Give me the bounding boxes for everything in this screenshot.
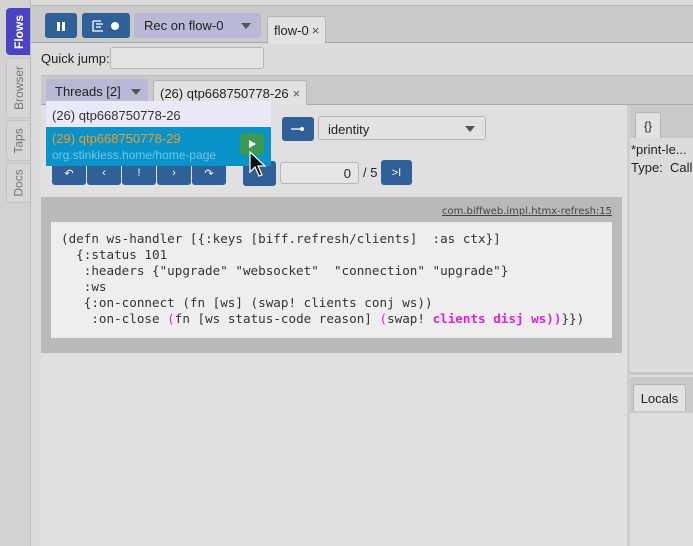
play-icon [249,140,256,148]
close-icon[interactable]: × [293,86,301,101]
thread-option-26[interactable]: (26) qtp668750778-26 [52,108,181,123]
side-tab-taps[interactable]: Taps [6,120,30,161]
value-type: Type: Call [631,160,693,175]
pause-button[interactable] [45,13,77,38]
last-step-button[interactable]: >I [381,160,412,185]
mouse-cursor-icon [249,151,267,177]
quick-jump-label: Quick jump: [41,51,110,66]
value-name: *print-le... [631,142,687,157]
side-tab-flows[interactable]: Flows [6,8,30,55]
code-view: (defn ws-handler [{:keys [biff.refresh/c… [51,222,612,338]
flow-toolbar: Rec on flow-0 flow-0 × [31,5,693,44]
tab-flow-0[interactable]: flow-0 × [267,16,327,44]
pause-icon [57,21,65,31]
threads-dropdown-menu: (26) qtp668750778-26 (29) qtp668750778-2… [46,101,271,166]
record-tree-icon [92,19,119,32]
side-tab-browser[interactable]: Browser [6,58,30,118]
tab-value[interactable]: {} [635,112,661,138]
arrow-right-icon [291,127,304,131]
step-total: / 5 [363,165,378,180]
chevron-down-icon [241,23,251,29]
main-area: Rec on flow-0 flow-0 × Quick jump: Threa… [31,0,693,546]
step-input[interactable]: 0 [280,162,359,184]
right-pane: {} *print-le... Type: Call Locals [627,105,693,546]
record-button[interactable] [82,13,130,38]
tab-locals[interactable]: Locals [633,384,686,411]
thread-option-29[interactable]: (29) qtp668750778-29 org.stinkless.home/… [46,127,271,166]
call-stack-button[interactable] [282,117,314,141]
close-icon[interactable]: × [312,23,320,38]
side-tab-bar: Flows Browser Taps Docs [0,0,31,546]
chevron-down-icon [131,89,141,95]
quick-jump-input[interactable] [110,47,264,69]
rec-flow-select[interactable]: Rec on flow-0 [134,13,261,38]
code-location-link[interactable]: com.biffweb.impl.htmx-refresh:15 [442,206,612,217]
side-tab-docs[interactable]: Docs [6,163,30,203]
chevron-down-icon [465,126,475,132]
code-panel: com.biffweb.impl.htmx-refresh:15 (defn w… [41,197,622,353]
fn-select[interactable]: identity [318,116,486,140]
